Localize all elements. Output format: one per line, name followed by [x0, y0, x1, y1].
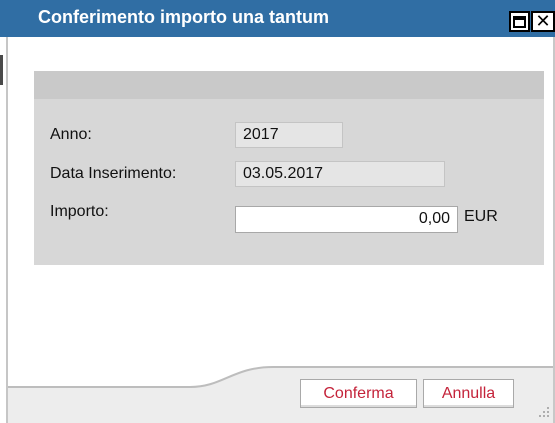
- anno-field: 2017: [235, 122, 343, 148]
- currency-label: EUR: [464, 208, 498, 225]
- anno-label: Anno:: [50, 126, 92, 143]
- confirm-button[interactable]: Conferma: [300, 379, 417, 408]
- title-bar: Conferimento importo una tantum ✕: [0, 0, 555, 37]
- importo-input[interactable]: 0,00: [235, 206, 458, 233]
- maximize-button[interactable]: [509, 11, 530, 32]
- window-title: Conferimento importo una tantum: [38, 7, 329, 27]
- importo-label: Importo:: [50, 203, 109, 220]
- resize-grip-icon[interactable]: [538, 406, 550, 418]
- maximize-icon: [513, 15, 526, 28]
- window-left-edge-mark: [0, 55, 3, 85]
- close-icon: ✕: [535, 10, 551, 32]
- data-inserimento-field: 03.05.2017: [235, 161, 445, 187]
- data-inserimento-label: Data Inserimento:: [50, 165, 177, 182]
- form-panel-header: [34, 71, 544, 99]
- close-button[interactable]: ✕: [531, 11, 555, 32]
- cancel-button[interactable]: Annulla: [423, 379, 514, 408]
